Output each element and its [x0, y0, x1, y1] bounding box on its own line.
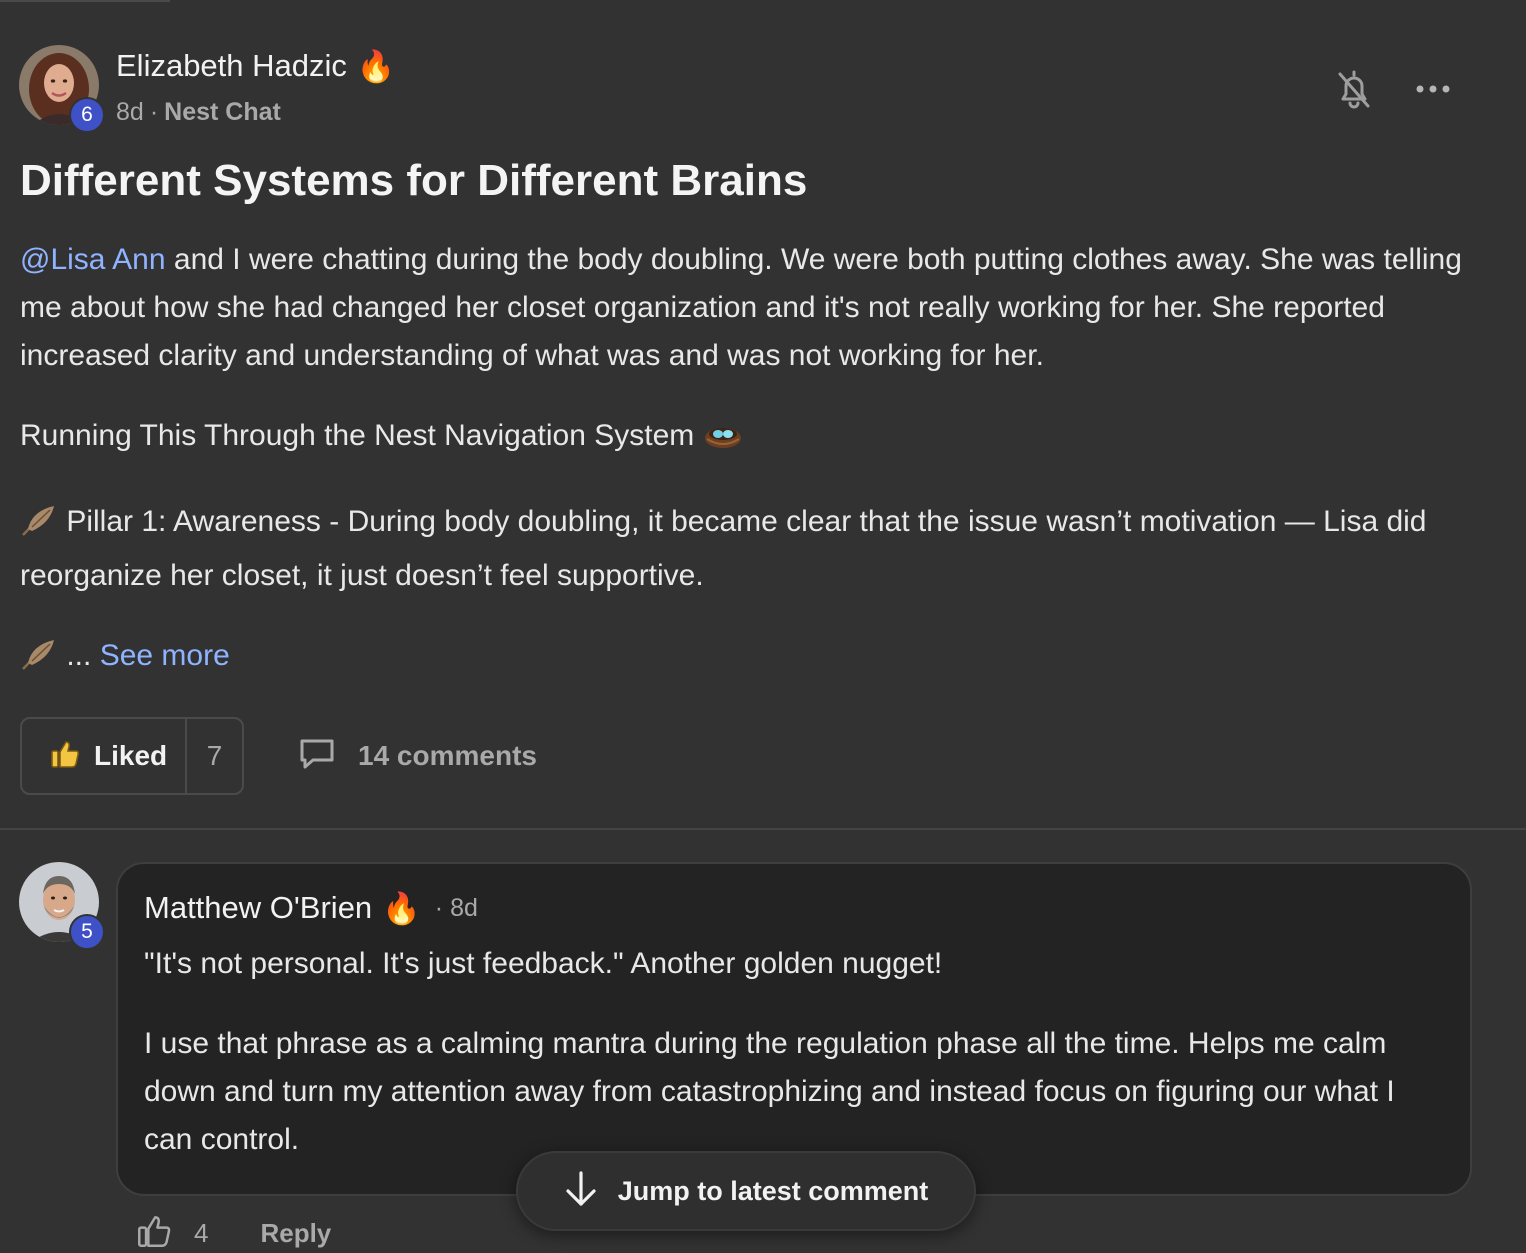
- thumbs-up-icon[interactable]: [136, 1214, 172, 1253]
- post-author-name[interactable]: Elizabeth Hadzic: [116, 48, 347, 84]
- feather-icon: [20, 503, 58, 552]
- post-time: 8d: [116, 98, 144, 126]
- level-badge: 6: [69, 97, 105, 133]
- like-button[interactable]: Liked: [22, 719, 188, 793]
- comment-card: Matthew O'Brien 🔥 · 8d "It's not persona…: [116, 862, 1472, 1196]
- post-author-row: Elizabeth Hadzic 🔥: [116, 48, 396, 84]
- comment-author-avatar[interactable]: 5: [19, 862, 105, 950]
- post-body: @Lisa Ann and I were chatting during the…: [20, 236, 1480, 686]
- comments-button[interactable]: 14 comments: [298, 736, 537, 775]
- post-paragraph-3: Pillar 1: Awareness - During body doubli…: [20, 498, 1480, 600]
- post-paragraph-2-text: Running This Through the Nest Navigation…: [20, 419, 695, 452]
- comment-time-value: 8d: [450, 893, 478, 922]
- mention-link[interactable]: @Lisa Ann: [20, 243, 166, 276]
- see-more-link[interactable]: See more: [100, 639, 230, 672]
- flame-icon: 🔥: [382, 890, 421, 926]
- post-paragraph-1: @Lisa Ann and I were chatting during the…: [20, 236, 1480, 380]
- comment-author-row: Matthew O'Brien 🔥 · 8d: [144, 890, 478, 926]
- truncation-ellipsis: ...: [66, 639, 92, 672]
- jump-to-latest-label: Jump to latest comment: [617, 1175, 929, 1206]
- section-divider: [0, 828, 1526, 830]
- post-category[interactable]: Nest Chat: [164, 98, 281, 126]
- post-paragraph-1-text: and I were chatting during the body doub…: [20, 243, 1462, 372]
- top-divider: [0, 0, 170, 2]
- comment-actions: 4 Reply: [136, 1214, 331, 1253]
- comment-bubble-icon: [298, 736, 336, 775]
- meta-separator: ·: [149, 98, 159, 126]
- nest-icon: [703, 418, 743, 466]
- arrow-down-icon: [564, 1170, 598, 1213]
- jump-to-latest-button[interactable]: Jump to latest comment: [516, 1151, 976, 1231]
- post-title: Different Systems for Different Brains: [20, 156, 808, 205]
- more-horizontal-icon[interactable]: [1414, 82, 1452, 101]
- comment-body: "It's not personal. It's just feedback."…: [144, 940, 1444, 1164]
- like-count[interactable]: 7: [187, 740, 242, 772]
- comment-paragraph-2: I use that phrase as a calming mantra du…: [144, 1027, 1395, 1156]
- feather-icon: [20, 637, 58, 686]
- level-badge: 5: [69, 914, 105, 950]
- like-control: Liked 7: [20, 717, 244, 795]
- like-label: Liked: [94, 740, 168, 771]
- flame-icon: 🔥: [356, 48, 396, 84]
- post-paragraph-2: Running This Through the Nest Navigation…: [20, 412, 1480, 466]
- post-meta: 8d · Nest Chat: [116, 98, 281, 127]
- post-paragraph-4: ... See more: [20, 632, 1480, 686]
- post-author-avatar[interactable]: 6: [19, 45, 105, 133]
- comment-author-name[interactable]: Matthew O'Brien: [144, 890, 372, 926]
- comment-paragraph-1: "It's not personal. It's just feedback."…: [144, 947, 943, 980]
- comment-time: · 8d: [434, 893, 478, 922]
- comment-like-count[interactable]: 4: [194, 1218, 208, 1249]
- comments-count-label: 14 comments: [358, 739, 537, 771]
- bell-off-icon[interactable]: [1336, 68, 1372, 115]
- reply-button[interactable]: Reply: [260, 1218, 331, 1249]
- thumbs-up-icon: [50, 739, 80, 774]
- post-paragraph-3-text: Pillar 1: Awareness - During body doubli…: [20, 505, 1427, 592]
